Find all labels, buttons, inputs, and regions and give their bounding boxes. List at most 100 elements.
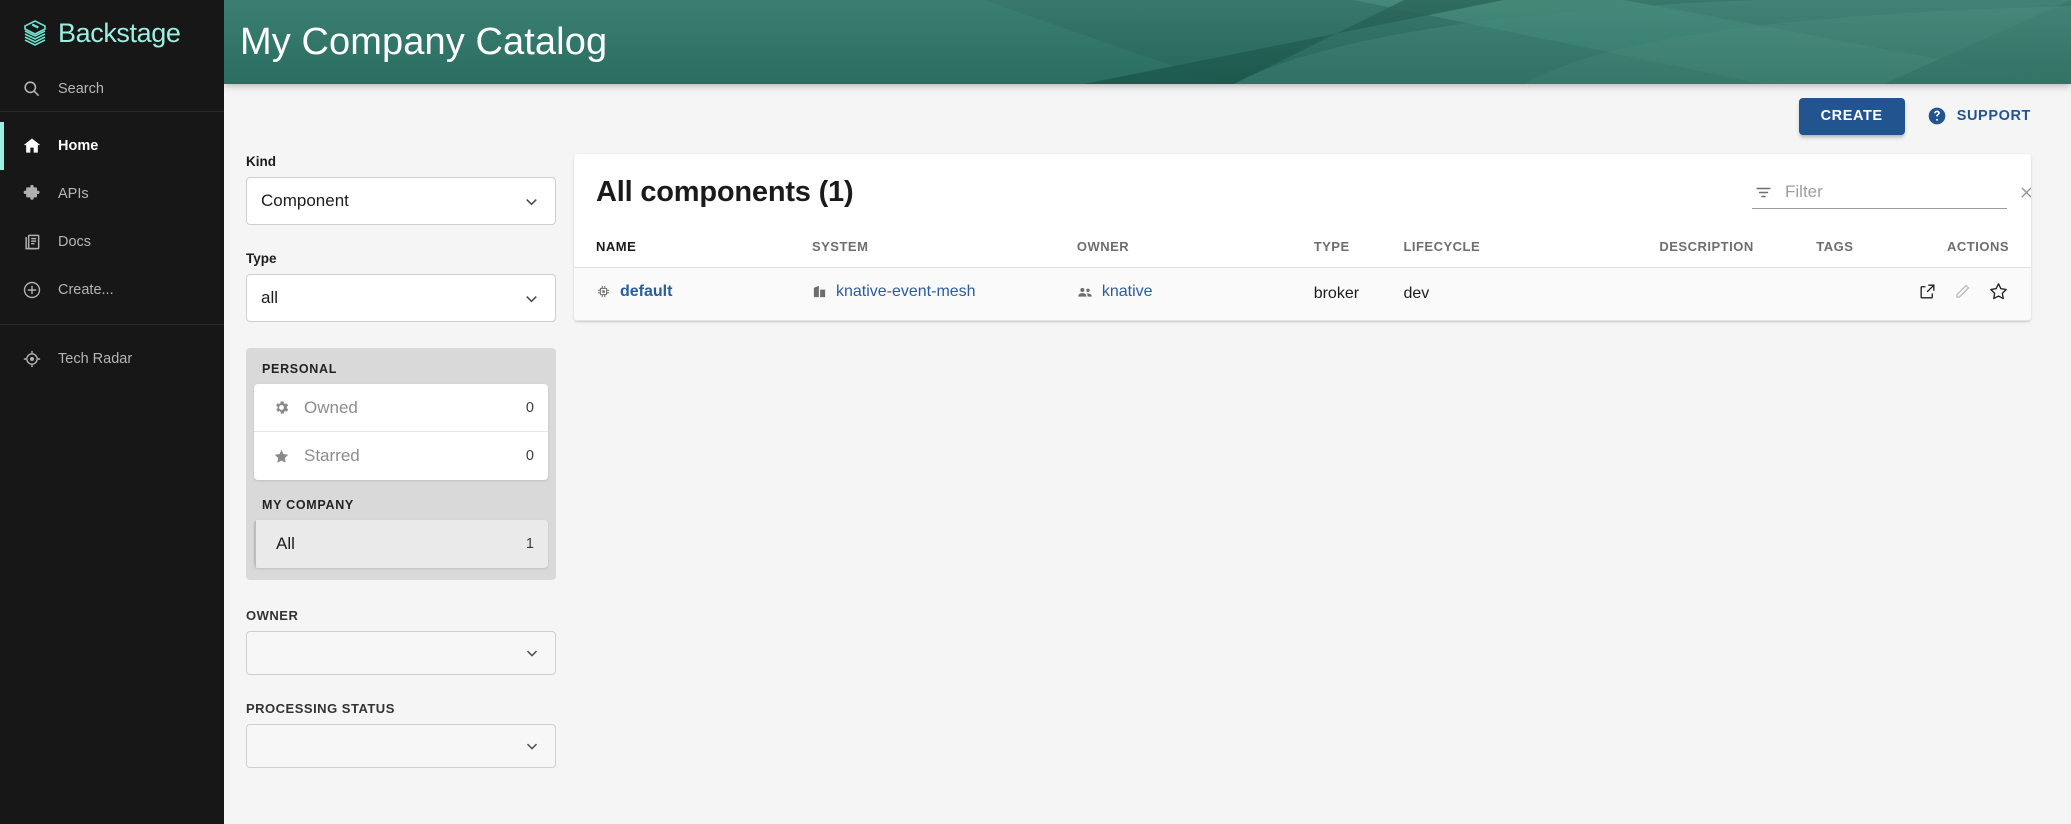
table-row[interactable]: default knative (574, 268, 2031, 321)
app-root: Backstage Search Home APIs (0, 0, 2071, 824)
sidebar-item-tech-radar[interactable]: Tech Radar (0, 335, 224, 383)
filter-item-owned[interactable]: Owned 0 (254, 384, 548, 432)
column-header-owner[interactable]: OWNER (1077, 225, 1314, 268)
user-listing-panel: PERSONAL Owned 0 (246, 348, 556, 580)
my-company-section-heading: MY COMPANY (254, 496, 548, 520)
filter-item-starred[interactable]: Starred 0 (254, 432, 548, 480)
help-circle-icon (1927, 106, 1947, 126)
search-icon (21, 78, 42, 99)
close-icon[interactable] (2018, 184, 2031, 201)
entity-owner-link[interactable]: knative (1102, 283, 1153, 301)
cell-actions (1918, 268, 2031, 321)
type-filter-label: Type (246, 251, 556, 266)
entity-system-link[interactable]: knative-event-mesh (836, 283, 976, 301)
table-header-row: NAME SYSTEM OWNER TYPE LIFECYCLE DESCRIP… (574, 225, 2031, 268)
support-button[interactable]: SUPPORT (1927, 106, 2031, 126)
page-title: My Company Catalog (224, 0, 2071, 84)
cell-lifecycle: dev (1403, 268, 1659, 321)
sidebar-item-create[interactable]: Create... (0, 266, 224, 314)
cell-owner: knative (1077, 268, 1314, 321)
sidebar-item-label: Tech Radar (58, 351, 132, 367)
cell-description (1659, 268, 1816, 321)
chevron-down-icon (522, 192, 541, 211)
home-icon (21, 136, 42, 157)
chevron-down-icon (523, 644, 541, 662)
docs-library-icon (21, 232, 42, 253)
column-header-lifecycle[interactable]: LIFECYCLE (1403, 225, 1659, 268)
personal-section-heading: PERSONAL (254, 360, 548, 384)
backstage-hexagon-logo-icon (20, 17, 50, 49)
cell-system: knative-event-mesh (812, 268, 1077, 321)
chevron-down-icon (522, 289, 541, 308)
table-header-bar: All components (1) (574, 154, 2031, 225)
processing-status-filter-label: PROCESSING STATUS (246, 701, 556, 716)
table-filter-input[interactable] (1785, 182, 2006, 202)
column-header-actions: ACTIONS (1918, 225, 2031, 268)
catalog-filters: Kind Component Type all PERSONAL (246, 140, 556, 794)
owner-filter-select[interactable] (246, 631, 556, 675)
sidebar-item-search[interactable]: Search (0, 66, 224, 112)
group-people-icon (1077, 284, 1093, 300)
memory-chip-icon (596, 284, 611, 299)
kind-filter-select[interactable]: Component (246, 177, 556, 225)
sidebar-logo-text: Backstage (58, 20, 180, 47)
table-body: default knative (574, 268, 2031, 321)
components-table-card: All components (1) (574, 154, 2031, 321)
column-header-type[interactable]: TYPE (1314, 225, 1404, 268)
sidebar-item-label: Docs (58, 234, 91, 250)
sidebar: Backstage Search Home APIs (0, 0, 224, 824)
sidebar-nav-primary: Home APIs Docs (0, 112, 224, 325)
column-header-description[interactable]: DESCRIPTION (1659, 225, 1816, 268)
kind-filter-label: Kind (246, 154, 556, 169)
filter-list-icon (1754, 183, 1773, 202)
type-filter-value: all (261, 288, 278, 308)
cell-tags (1816, 268, 1918, 321)
filter-item-count: 0 (526, 400, 534, 416)
column-header-system[interactable]: SYSTEM (812, 225, 1077, 268)
filter-item-label: Starred (304, 446, 512, 466)
table-filter-field[interactable] (1752, 178, 2007, 209)
radar-target-icon (21, 349, 42, 370)
main-area: My Company Catalog CREATE SUPPORT Kind (224, 0, 2071, 824)
cell-type: broker (1314, 268, 1404, 321)
gear-icon (272, 399, 290, 417)
sidebar-item-apis[interactable]: APIs (0, 170, 224, 218)
star-icon (272, 447, 290, 465)
puzzle-piece-icon (21, 184, 42, 205)
filter-item-count: 0 (526, 448, 534, 464)
table-head: NAME SYSTEM OWNER TYPE LIFECYCLE DESCRIP… (574, 225, 2031, 268)
sidebar-item-label: Create... (58, 282, 114, 298)
sidebar-logo[interactable]: Backstage (0, 0, 224, 66)
star-outline-icon[interactable] (1988, 281, 2009, 302)
create-button[interactable]: CREATE (1799, 98, 1905, 135)
page-header: My Company Catalog (224, 0, 2071, 84)
filter-item-label: All (276, 534, 512, 554)
plus-circle-icon (21, 280, 42, 301)
filter-item-count: 1 (526, 536, 534, 552)
entity-name-link[interactable]: default (620, 283, 672, 301)
table-title: All components (1) (596, 176, 853, 209)
page-content: Kind Component Type all PERSONAL (224, 140, 2071, 794)
page-toolbar: CREATE SUPPORT (224, 84, 2071, 140)
processing-status-filter-select[interactable] (246, 724, 556, 768)
kind-filter-value: Component (261, 191, 349, 211)
sidebar-nav-secondary: Tech Radar (0, 325, 224, 393)
sidebar-search-label: Search (58, 81, 104, 97)
components-table: NAME SYSTEM OWNER TYPE LIFECYCLE DESCRIP… (574, 225, 2031, 321)
open-in-new-icon[interactable] (1918, 282, 1937, 301)
sidebar-item-home[interactable]: Home (0, 122, 224, 170)
filter-item-all[interactable]: All 1 (254, 520, 548, 568)
building-icon (812, 284, 827, 299)
edit-pencil-icon (1953, 282, 1972, 301)
sidebar-item-docs[interactable]: Docs (0, 218, 224, 266)
column-header-name[interactable]: NAME (574, 225, 812, 268)
cell-name: default (574, 268, 812, 321)
owner-filter-label: OWNER (246, 608, 556, 623)
personal-filter-card: Owned 0 Starred 0 (254, 384, 548, 480)
column-header-tags[interactable]: TAGS (1816, 225, 1918, 268)
sidebar-item-label: APIs (58, 186, 89, 202)
support-label: SUPPORT (1957, 108, 2031, 124)
type-filter-select[interactable]: all (246, 274, 556, 322)
chevron-down-icon (523, 737, 541, 755)
sidebar-item-label: Home (58, 138, 98, 154)
